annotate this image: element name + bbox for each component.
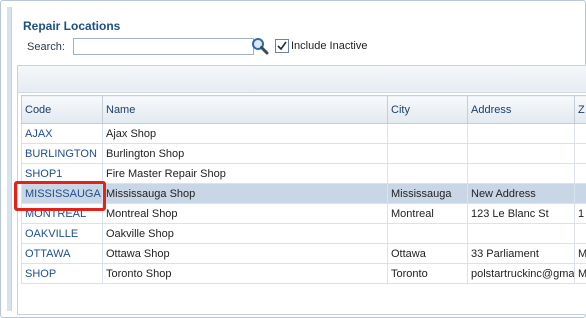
cell-address: 123 Le Blanc St — [467, 203, 575, 224]
cell-address: New Address — [467, 183, 575, 204]
cell-city: Montreal — [387, 203, 468, 224]
cell-z — [574, 183, 586, 204]
cell-city — [387, 123, 468, 144]
cell-city — [387, 223, 468, 244]
repair-locations-panel: Repair Locations Search: Include Inactiv… — [0, 0, 586, 318]
cell-z: M — [574, 263, 586, 284]
locations-grid: Code Name City Address Z AJAX Ajax Shop … — [17, 65, 586, 315]
cell-address — [467, 223, 575, 244]
cell-z: 1 — [574, 203, 586, 224]
column-header-code[interactable]: Code — [21, 95, 103, 124]
search-button[interactable] — [251, 37, 269, 55]
cell-city — [387, 163, 468, 184]
table-row[interactable]: MONTREAL Montreal Shop Montreal 123 Le B… — [21, 203, 586, 224]
table-row[interactable]: BURLINGTON Burlington Shop — [21, 143, 586, 164]
cell-name: Oakville Shop — [102, 223, 388, 244]
include-inactive-checkbox[interactable] — [275, 39, 289, 53]
table-header-row: Code Name City Address Z — [21, 95, 586, 124]
locations-table: Code Name City Address Z AJAX Ajax Shop … — [21, 95, 586, 284]
cell-address — [467, 163, 575, 184]
cell-code[interactable]: OAKVILLE — [21, 223, 103, 244]
cell-code[interactable]: MONTREAL — [21, 203, 103, 224]
grid-toolbar — [18, 66, 586, 93]
cell-z — [574, 143, 586, 164]
cell-code[interactable]: BURLINGTON — [21, 143, 103, 164]
search-input[interactable] — [73, 38, 254, 55]
cell-z — [574, 223, 586, 244]
cell-name: Mississauga Shop — [102, 183, 388, 204]
cell-address — [467, 143, 575, 164]
table-row[interactable]: OAKVILLE Oakville Shop — [21, 223, 586, 244]
cell-city: Mississauga — [387, 183, 468, 204]
cell-code[interactable]: AJAX — [21, 123, 103, 144]
column-header-city[interactable]: City — [387, 95, 468, 124]
table-row[interactable]: OTTAWA Ottawa Shop Ottawa 33 Parliament … — [21, 243, 586, 264]
cell-address: 33 Parliament — [467, 243, 575, 264]
search-label: Search: — [27, 41, 65, 53]
table-row[interactable]: SHOP Toronto Shop Toronto polstartruckin… — [21, 263, 586, 284]
panel-left-strip — [7, 7, 12, 311]
cell-city: Toronto — [387, 263, 468, 284]
table-row[interactable]: AJAX Ajax Shop — [21, 123, 586, 144]
cell-z — [574, 163, 586, 184]
cell-city — [387, 143, 468, 164]
cell-address — [467, 123, 575, 144]
cell-city: Ottawa — [387, 243, 468, 264]
cell-name: Montreal Shop — [102, 203, 388, 224]
magnifier-icon — [252, 38, 269, 55]
cell-name: Burlington Shop — [102, 143, 388, 164]
include-inactive-label: Include Inactive — [291, 40, 368, 52]
checkmark-icon — [277, 41, 287, 51]
cell-code[interactable]: SHOP — [21, 263, 103, 284]
cell-code[interactable]: MISSISSAUGA — [21, 183, 103, 204]
cell-code[interactable]: OTTAWA — [21, 243, 103, 264]
cell-z: M — [574, 243, 586, 264]
column-header-z[interactable]: Z — [574, 95, 586, 124]
column-header-address[interactable]: Address — [467, 95, 575, 124]
cell-name: Fire Master Repair Shop — [102, 163, 388, 184]
cell-name: Ajax Shop — [102, 123, 388, 144]
panel-title: Repair Locations — [23, 19, 121, 33]
cell-address: polstartruckinc@gmai — [467, 263, 575, 284]
cell-z — [574, 123, 586, 144]
cell-code[interactable]: SHOP1 — [21, 163, 103, 184]
table-row-selected[interactable]: MISSISSAUGA Mississauga Shop Mississauga… — [21, 183, 586, 204]
table-row[interactable]: SHOP1 Fire Master Repair Shop — [21, 163, 586, 184]
cell-name: Ottawa Shop — [102, 243, 388, 264]
column-header-name[interactable]: Name — [102, 95, 388, 124]
cell-name: Toronto Shop — [102, 263, 388, 284]
